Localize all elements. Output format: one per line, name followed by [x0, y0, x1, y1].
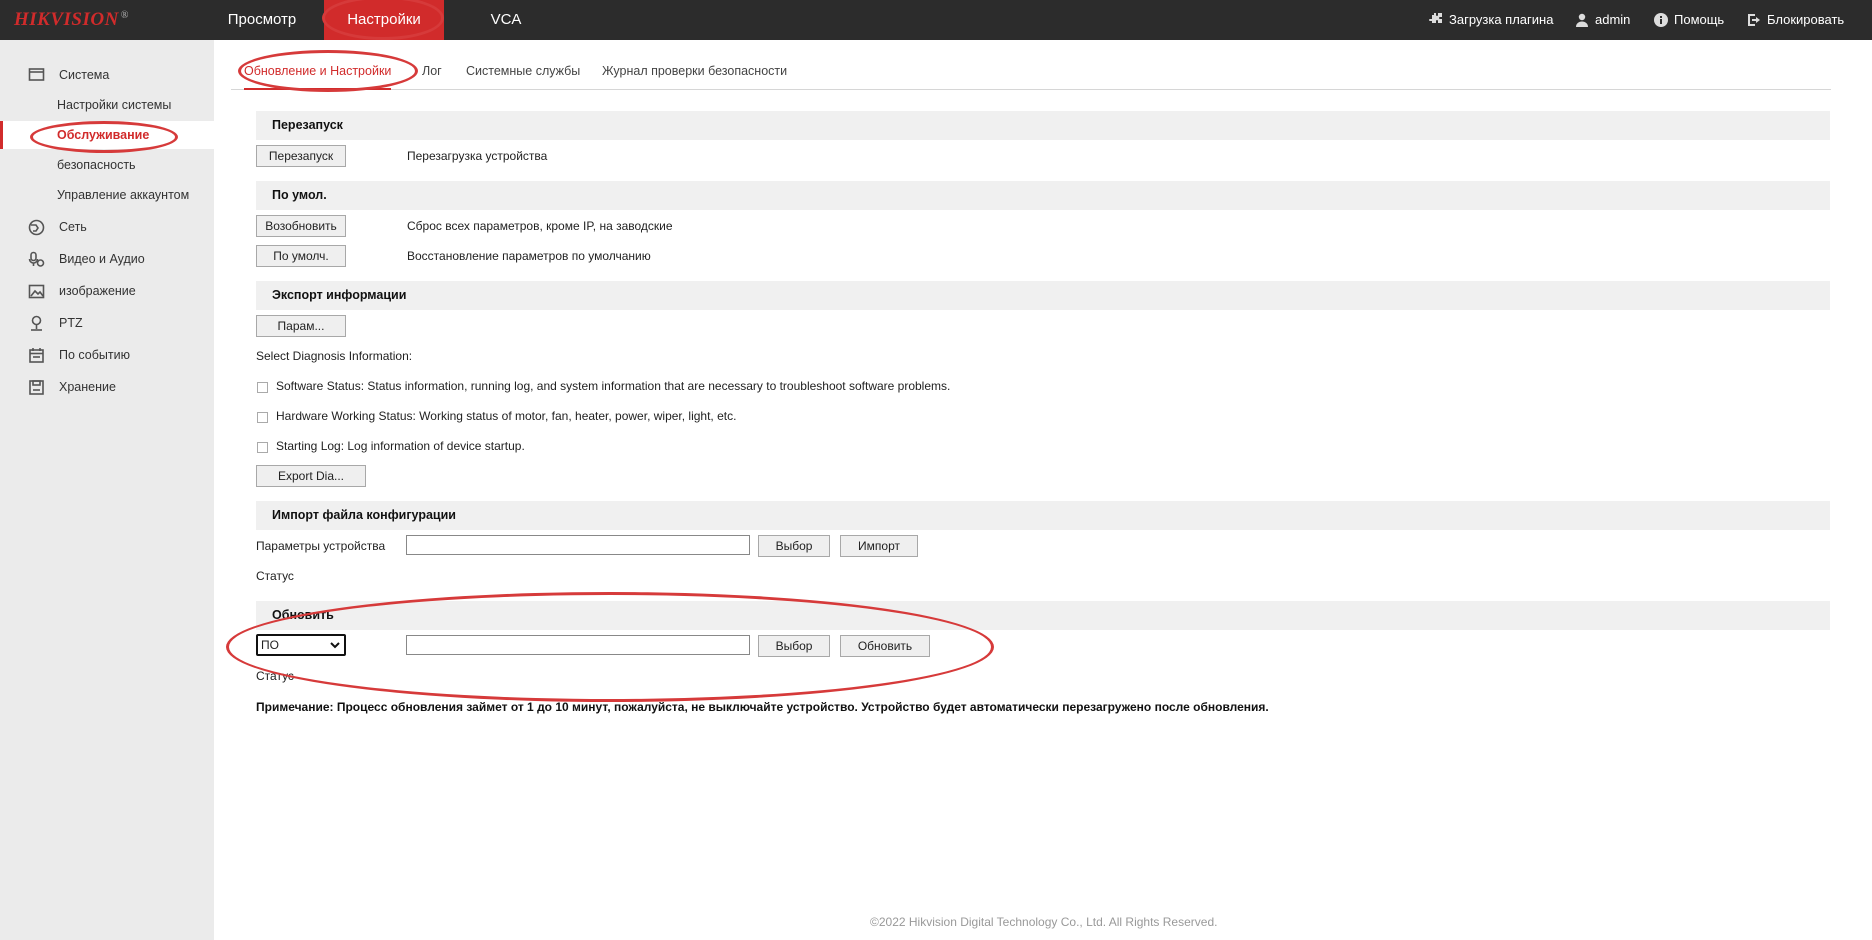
- export-params-button[interactable]: Парам...: [256, 315, 346, 337]
- sidebar-item-network[interactable]: Сеть: [0, 213, 214, 241]
- plugin-download-link[interactable]: Загрузка плагина: [1428, 0, 1553, 40]
- image-icon: [28, 283, 45, 300]
- copyright-footer: ©2022 Hikvision Digital Technology Co., …: [870, 915, 1218, 929]
- sidebar-label: Хранение: [59, 380, 116, 394]
- starting-log-checkbox[interactable]: [257, 442, 268, 453]
- import-button[interactable]: Импорт: [840, 535, 918, 557]
- sidebar-item-account[interactable]: Управление аккаунтом: [0, 181, 214, 209]
- sidebar-item-image[interactable]: изображение: [0, 277, 214, 305]
- upgrade-button[interactable]: Обновить: [840, 635, 930, 657]
- sidebar-item-video-audio[interactable]: Видео и Аудио: [0, 245, 214, 273]
- lock-label: Блокировать: [1767, 12, 1845, 27]
- import-browse-button[interactable]: Выбор: [758, 535, 830, 557]
- logout-icon: [1748, 14, 1760, 26]
- reboot-button[interactable]: Перезапуск: [256, 145, 346, 167]
- default-description: Восстановление параметров по умолчанию: [407, 249, 651, 263]
- reboot-description: Перезагрузка устройства: [407, 149, 548, 163]
- sidebar: Система Настройки системы Обслуживание б…: [0, 40, 214, 940]
- sidebar-item-system[interactable]: Система: [0, 61, 214, 89]
- sidebar-label: По событию: [59, 348, 130, 362]
- upgrade-type-value: ПО: [261, 638, 279, 652]
- device-params-label: Параметры устройства: [256, 539, 386, 553]
- section-export-header: Экспорт информации: [256, 281, 1830, 310]
- sidebar-label: Система: [59, 68, 110, 82]
- sidebar-item-system-settings[interactable]: Настройки системы: [0, 91, 214, 119]
- software-status-label: Software Status: Status information, run…: [276, 379, 951, 393]
- upgrade-status-label: Статус: [256, 669, 294, 683]
- export-diagnosis-button[interactable]: Export Dia...: [256, 465, 366, 487]
- upgrade-type-select[interactable]: ПО: [256, 634, 346, 656]
- username-label: admin: [1595, 12, 1631, 27]
- sidebar-label: Видео и Аудио: [59, 252, 145, 266]
- import-file-path-input[interactable]: [406, 535, 750, 555]
- upgrade-file-path-input[interactable]: [406, 635, 750, 655]
- restore-description: Сброс всех параметров, кроме IP, на заво…: [407, 219, 673, 233]
- calendar-icon: [28, 347, 45, 364]
- storage-icon: [28, 379, 45, 396]
- upgrade-browse-button[interactable]: Выбор: [758, 635, 830, 657]
- section-upgrade-header: Обновить: [256, 601, 1830, 630]
- restore-button[interactable]: Возобновить: [256, 215, 346, 237]
- section-default-header: По умол.: [256, 181, 1830, 210]
- hardware-status-label: Hardware Working Status: Working status …: [276, 409, 737, 423]
- sidebar-label: изображение: [59, 284, 136, 298]
- tab-upgrade-maintenance[interactable]: Обновление и Настройки: [244, 56, 392, 90]
- tab-bar: Обновление и Настройки Лог Системные слу…: [231, 56, 1831, 90]
- lock-link[interactable]: Блокировать: [1746, 0, 1844, 40]
- tab-system-service[interactable]: Системные службы: [466, 56, 580, 90]
- starting-log-label: Starting Log: Log information of device …: [276, 439, 525, 453]
- hikvision-logo[interactable]: HIKVISION ®: [14, 9, 129, 31]
- help-label: Помощь: [1674, 12, 1725, 27]
- sidebar-label: PTZ: [59, 316, 83, 330]
- upgrade-note: Примечание: Процесс обновления займет от…: [256, 700, 1269, 714]
- microphone-icon: [28, 251, 45, 268]
- section-import-header: Импорт файла конфигурации: [256, 501, 1830, 530]
- default-button[interactable]: По умолч.: [256, 245, 346, 267]
- globe-icon: [28, 219, 45, 236]
- plugin-label: Загрузка плагина: [1449, 12, 1554, 27]
- tab-security-audit-log[interactable]: Журнал проверки безопасности: [602, 56, 787, 90]
- nav-vca[interactable]: VCA: [480, 0, 532, 40]
- import-status-label: Статус: [256, 569, 294, 583]
- user-menu[interactable]: admin: [1574, 0, 1630, 40]
- diagnosis-label: Select Diagnosis Information:: [256, 349, 413, 363]
- section-reboot-header: Перезапуск: [256, 111, 1830, 140]
- sidebar-item-ptz[interactable]: PTZ: [0, 309, 214, 337]
- nav-live-view[interactable]: Просмотр: [222, 0, 302, 40]
- ptz-camera-icon: [28, 315, 45, 332]
- sidebar-item-maintenance[interactable]: Обслуживание: [0, 121, 214, 149]
- puzzle-icon: [1429, 13, 1442, 23]
- tab-log[interactable]: Лог: [422, 56, 442, 90]
- top-bar: HIKVISION ® Просмотр Настройки VCA Загруз…: [0, 0, 1872, 40]
- hardware-status-checkbox[interactable]: [257, 412, 268, 423]
- sidebar-item-storage[interactable]: Хранение: [0, 373, 214, 401]
- sidebar-item-event[interactable]: По событию: [0, 341, 214, 369]
- sidebar-label: Сеть: [59, 220, 87, 234]
- info-icon: [1654, 13, 1668, 27]
- user-icon: [1576, 13, 1588, 27]
- nav-configuration[interactable]: Настройки: [324, 0, 444, 40]
- sidebar-item-security[interactable]: безопасность: [0, 151, 214, 179]
- help-link[interactable]: Помощь: [1653, 0, 1724, 40]
- software-status-checkbox[interactable]: [257, 382, 268, 393]
- chevron-down-icon: [330, 642, 340, 649]
- monitor-icon: [28, 67, 45, 84]
